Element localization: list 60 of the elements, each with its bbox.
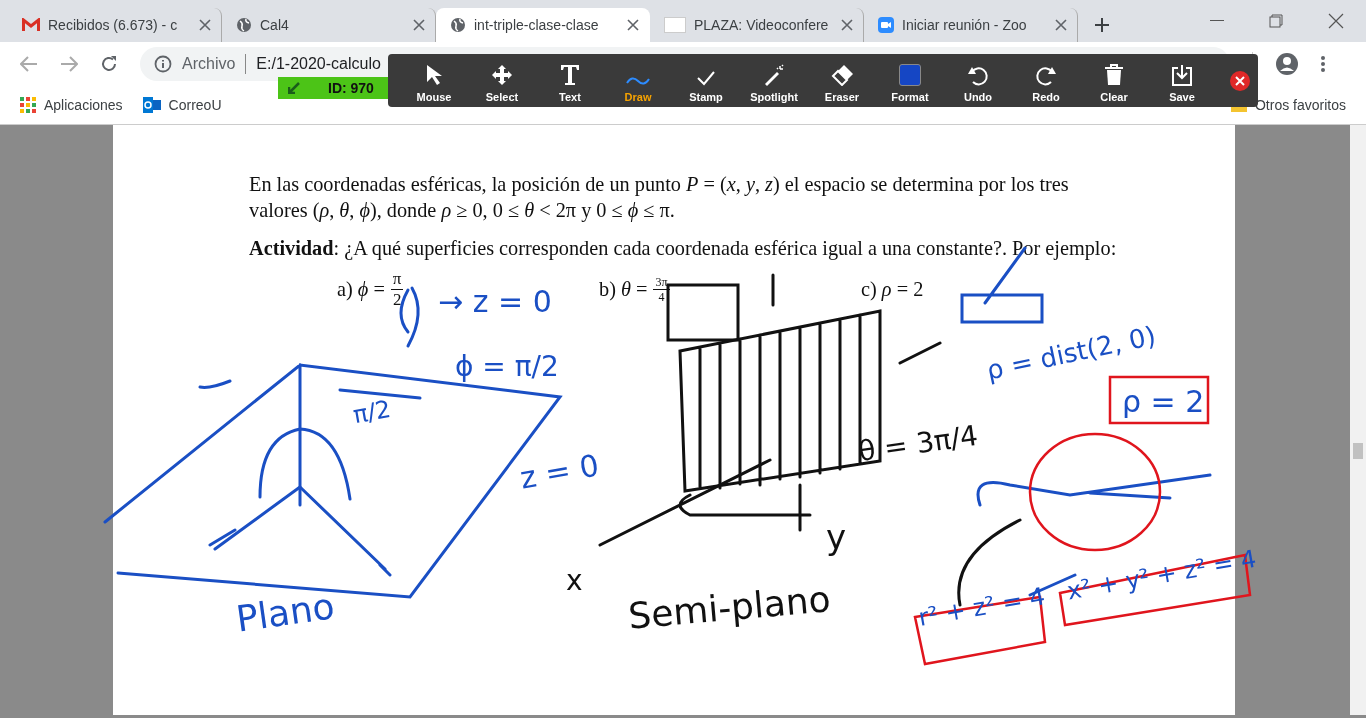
tool-button[interactable]: Clear: [1080, 56, 1148, 105]
eraser-icon: [830, 63, 854, 86]
scrollbar[interactable]: [1350, 125, 1366, 715]
tool-button[interactable]: Eraser: [808, 56, 876, 105]
arrow-icon: [288, 82, 300, 94]
tool-button[interactable]: Save: [1148, 56, 1216, 105]
magic-wand-icon: [763, 63, 785, 86]
wave-line-icon: [626, 75, 650, 86]
handwritten-text: x² + y² + z² = 4: [1065, 546, 1258, 604]
restore-icon[interactable]: [1269, 14, 1283, 28]
mail-icon: [142, 97, 161, 113]
tool-button[interactable]: Mouse: [400, 56, 468, 105]
paragraph-text: Actividad: ¿A qué superficies corresponden cada coordenada esférica igual a una constante?. Por ejemplo:: [249, 236, 1118, 261]
tool-button[interactable]: Format: [876, 56, 944, 105]
info-icon: [154, 55, 172, 73]
text-icon: [560, 63, 580, 86]
bookmark-item[interactable]: Aplicaciones: [20, 97, 123, 113]
video-camera-icon: [878, 17, 894, 33]
site-logo-icon: [664, 17, 686, 33]
menu-icon[interactable]: [1321, 56, 1325, 72]
paragraph-text: En las coordenadas esféricas, la posición de un punto P = (x, y, z) el espacio se determina por los tres valores (ρ, θ, ϕ), donde ρ ≥ 0, 0 ≤ θ < 2π y 0 ≤ ϕ ≤ π.: [249, 172, 1070, 223]
browser-tab[interactable]: int-triple-clase-clase: [436, 8, 650, 42]
handwritten-text: x: [566, 567, 583, 595]
handwritten-text: ρ = dist(2, 0): [984, 322, 1158, 384]
trash-icon: [1104, 63, 1124, 86]
globe-icon: [450, 17, 466, 33]
handwritten-text: ϕ = π/2: [455, 353, 559, 381]
handwritten-text: → z = 0: [438, 287, 552, 317]
reload-icon[interactable]: [100, 55, 118, 73]
tool-button[interactable]: Redo: [1012, 56, 1080, 105]
handwritten-text: Semi-plano: [626, 581, 832, 635]
close-icon[interactable]: [627, 19, 639, 31]
apps-grid-icon: [20, 97, 36, 113]
checkmark-icon: [696, 69, 716, 86]
handwritten-text: π/2: [351, 396, 393, 428]
url-text: E:/1-2020-calculo: [256, 55, 381, 73]
formula-text: c) ρ = 2: [861, 277, 925, 303]
scrollbar-thumb[interactable]: [1353, 443, 1363, 459]
globe-icon: [236, 17, 252, 33]
handwritten-text: ρ = 2: [1122, 387, 1205, 417]
tool-button[interactable]: Spotlight: [740, 56, 808, 105]
account-icon[interactable]: [1275, 52, 1299, 76]
pointer-icon: [424, 63, 444, 86]
close-icon[interactable]: [1230, 70, 1250, 91]
bookmark-item[interactable]: CorreoU: [142, 97, 222, 113]
handwritten-text: y: [826, 520, 847, 554]
minimize-icon[interactable]: [1210, 20, 1224, 22]
handwritten-text: z = 0: [518, 450, 602, 494]
download-icon: [1171, 63, 1193, 86]
tool-button[interactable]: Undo: [944, 56, 1012, 105]
tool-button[interactable]: Select: [468, 56, 536, 105]
tool-button[interactable]: Draw: [604, 56, 672, 105]
new-tab-icon[interactable]: [1094, 17, 1110, 33]
tool-button[interactable]: Stamp: [672, 56, 740, 105]
scheme-label: Archivo: [182, 55, 236, 73]
handwritten-text: Plano: [233, 588, 337, 638]
tool-button[interactable]: Text: [536, 56, 604, 105]
close-icon[interactable]: [1328, 13, 1344, 29]
mail-icon: [22, 18, 40, 32]
move-arrows-icon: [491, 63, 513, 86]
